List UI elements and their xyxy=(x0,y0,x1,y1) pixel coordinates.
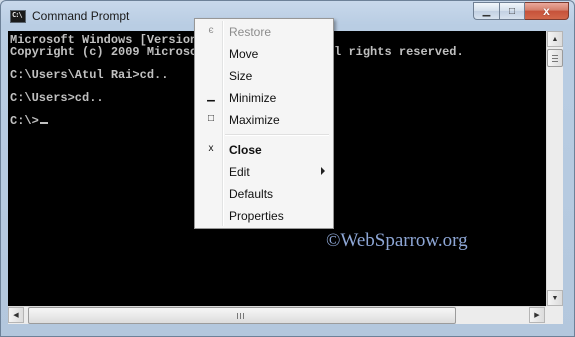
minimize-icon: ▁ xyxy=(207,91,215,102)
console-line: C:\Users\Atul Rai>cd.. xyxy=(10,68,169,82)
horizontal-scroll-thumb[interactable] xyxy=(28,307,456,324)
vertical-scroll-thumb[interactable] xyxy=(547,49,563,67)
close-icon: x xyxy=(543,4,550,18)
close-icon: x xyxy=(208,143,214,154)
menu-item-label: Restore xyxy=(229,25,272,39)
menu-item-label: Minimize xyxy=(229,91,277,105)
text-cursor xyxy=(39,122,48,124)
menu-item-size[interactable]: Size xyxy=(197,65,331,87)
horizontal-scrollbar[interactable]: ◀ ▶ xyxy=(8,306,546,324)
close-button[interactable]: x xyxy=(525,2,569,20)
menu-item-restore[interactable]: є Restore xyxy=(197,21,331,43)
menu-item-label: Edit xyxy=(229,165,250,179)
cmd-icon[interactable]: C:\ xyxy=(10,10,26,23)
scroll-down-icon[interactable]: ▼ xyxy=(547,290,563,306)
window-controls: ▁ □ x xyxy=(473,2,569,20)
scroll-left-icon[interactable]: ◀ xyxy=(8,307,24,323)
minimize-button[interactable]: ▁ xyxy=(473,2,499,20)
menu-item-maximize[interactable]: □ Maximize xyxy=(197,109,331,131)
menu-item-move[interactable]: Move xyxy=(197,43,331,65)
window-title: Command Prompt xyxy=(32,9,130,23)
console-prompt-line: C:\> xyxy=(10,114,48,128)
submenu-arrow-icon xyxy=(321,167,325,175)
vertical-scrollbar[interactable]: ▲ ▼ xyxy=(546,31,563,306)
menu-item-minimize[interactable]: ▁ Minimize xyxy=(197,87,331,109)
console-line: C:\Users>cd.. xyxy=(10,91,104,105)
menu-item-defaults[interactable]: Defaults xyxy=(197,183,331,205)
menu-item-label: Size xyxy=(229,69,253,83)
system-context-menu: є Restore Move Size ▁ Minimize □ Maximiz… xyxy=(194,18,334,229)
maximize-icon: □ xyxy=(508,5,516,17)
restore-icon: є xyxy=(208,25,214,36)
watermark: ©WebSparrow.org xyxy=(326,230,468,251)
resize-grip[interactable] xyxy=(546,306,563,324)
menu-item-properties[interactable]: Properties xyxy=(197,205,331,227)
menu-item-label: Defaults xyxy=(229,187,274,201)
menu-item-label: Move xyxy=(229,47,259,61)
minimize-icon: ▁ xyxy=(482,5,491,17)
console-prompt: C:\> xyxy=(10,114,39,128)
scroll-right-icon[interactable]: ▶ xyxy=(529,307,545,323)
menu-item-label: Properties xyxy=(229,209,284,223)
menu-item-label: Maximize xyxy=(229,113,280,127)
cmd-icon-text: C:\ xyxy=(12,11,23,19)
scroll-up-icon[interactable]: ▲ xyxy=(547,31,563,47)
maximize-icon: □ xyxy=(207,113,215,124)
menu-item-close[interactable]: x Close xyxy=(197,139,331,161)
menu-item-edit[interactable]: Edit xyxy=(197,161,331,183)
maximize-button[interactable]: □ xyxy=(499,2,525,20)
menu-separator xyxy=(225,134,329,136)
menu-item-label: Close xyxy=(229,143,262,157)
